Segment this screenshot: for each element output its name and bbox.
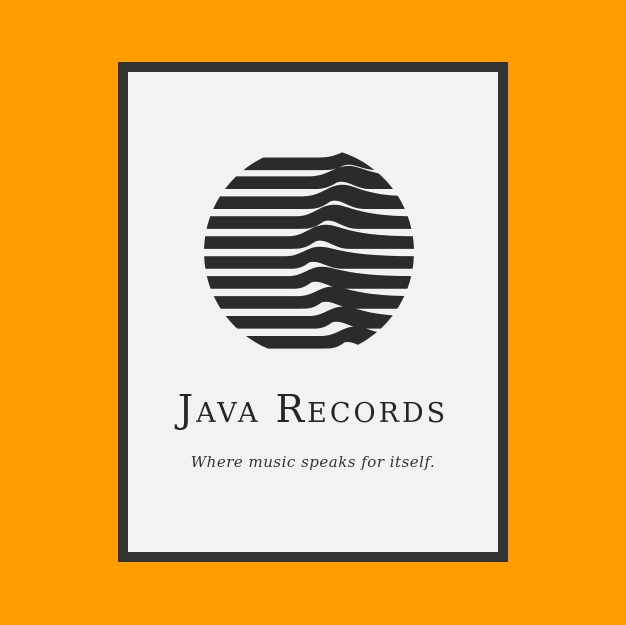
striped-circle-wave-logo-icon xyxy=(204,149,414,349)
brand-tagline: Where music speaks for itself. xyxy=(190,453,436,471)
brand-name: Java Records xyxy=(177,387,449,431)
poster: Java Records Where music speaks for itse… xyxy=(0,0,626,625)
